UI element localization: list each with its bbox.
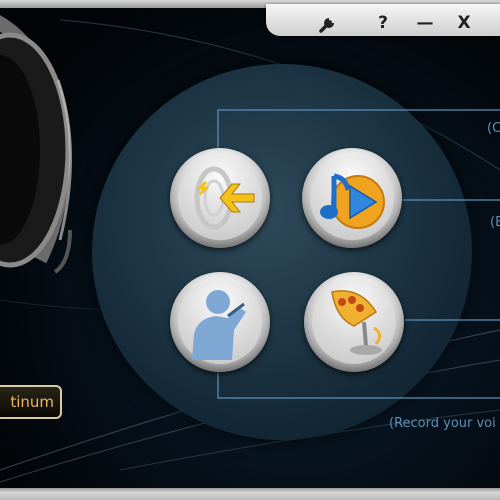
close-button[interactable]: X xyxy=(450,12,478,34)
wrench-icon xyxy=(319,18,334,33)
window-control-bar: ? — X xyxy=(266,4,500,36)
minimize-button[interactable]: — xyxy=(411,12,439,34)
singer-icon xyxy=(192,290,246,360)
label-top-right: (C xyxy=(487,121,500,136)
microphone-icon xyxy=(331,290,382,355)
edition-badge: tinum xyxy=(0,385,62,419)
close-icon: X xyxy=(457,13,471,33)
app-window: (C (E (Record your voi tinum ? — X xyxy=(0,0,500,500)
speaker-arrow-icon xyxy=(194,166,255,230)
karaoke-button[interactable] xyxy=(170,272,270,372)
music-note-play-icon xyxy=(320,173,385,229)
record-button[interactable] xyxy=(304,272,404,372)
help-icon: ? xyxy=(378,13,388,33)
settings-button[interactable] xyxy=(314,12,342,34)
play-music-button[interactable] xyxy=(302,148,402,248)
label-mid-right: (E xyxy=(490,215,500,230)
import-button[interactable] xyxy=(170,148,270,248)
label-record-voice: (Record your voi xyxy=(389,416,496,431)
window-bottom-frame xyxy=(0,488,500,500)
minimize-icon: — xyxy=(416,13,434,33)
help-button[interactable]: ? xyxy=(369,12,397,34)
